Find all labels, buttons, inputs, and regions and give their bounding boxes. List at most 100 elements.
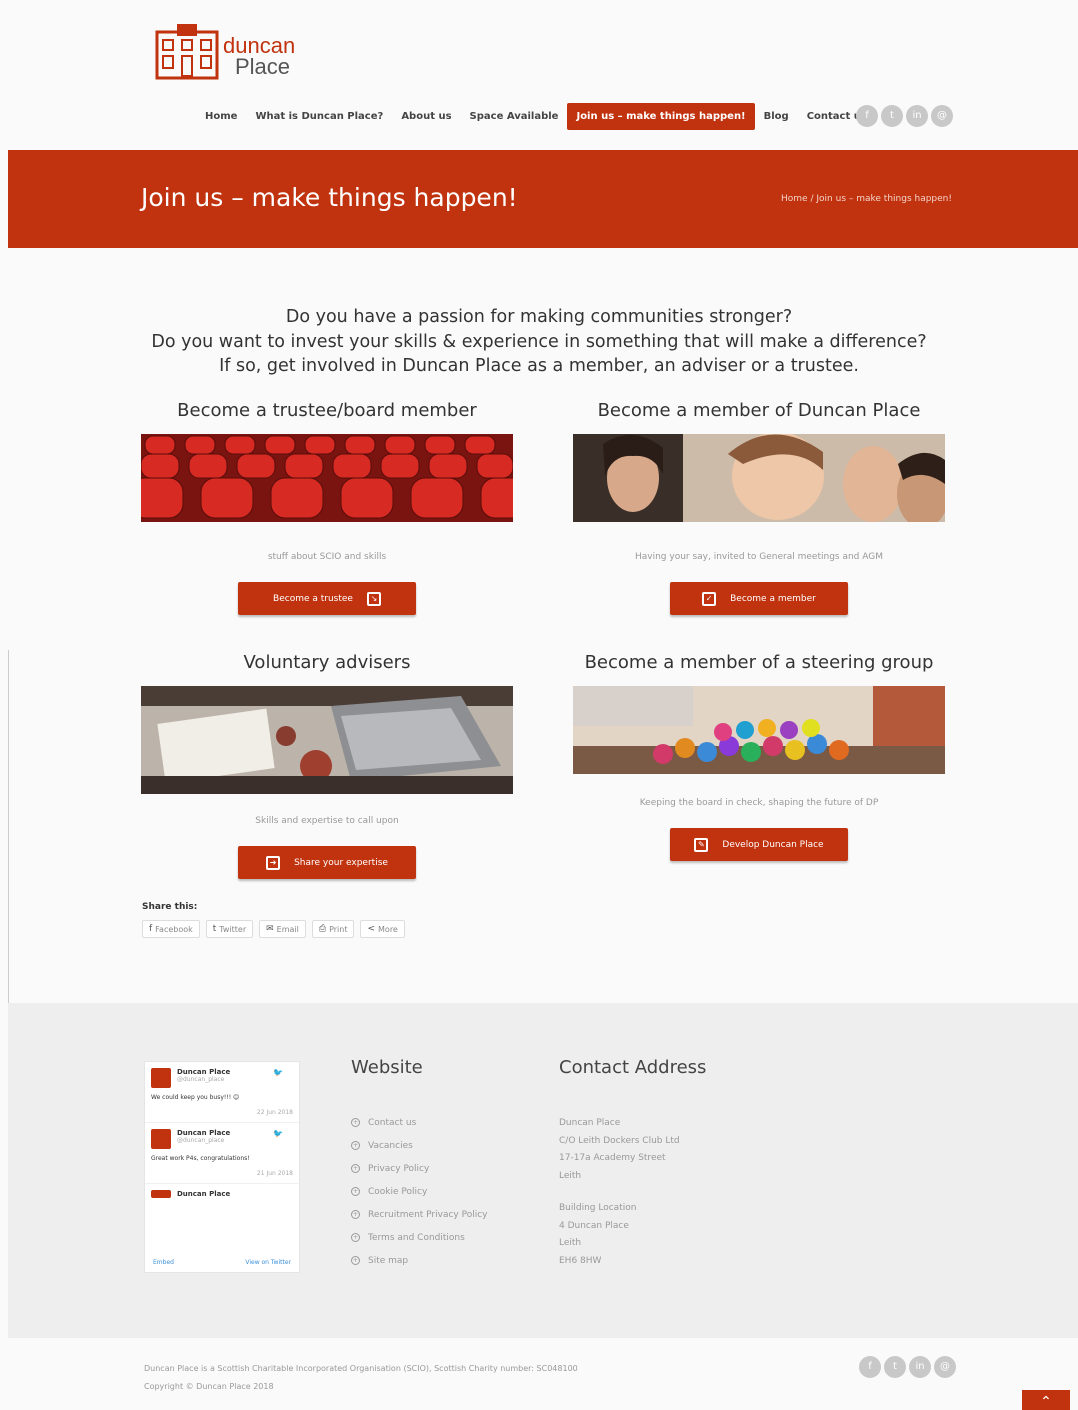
tweet-handle: @duncan_place xyxy=(177,1076,225,1083)
share-more-button[interactable]: < More xyxy=(360,920,405,938)
intro-line2: Do you want to invest your skills & expe… xyxy=(151,331,927,352)
twitter-bird-icon: 🐦 xyxy=(273,1129,283,1138)
footer-link-cookie[interactable]: + Cookie Policy xyxy=(351,1180,488,1203)
footer-link-label: Recruitment Privacy Policy xyxy=(368,1209,488,1220)
nav-item-what-is[interactable]: What is Duncan Place? xyxy=(246,103,392,130)
address-line: Leith xyxy=(559,1238,582,1248)
copyright-text: Duncan Place is a Scottish Charitable In… xyxy=(144,1360,578,1396)
circle-plus-icon: + xyxy=(351,1187,360,1196)
tweet-date[interactable]: 21 Jun 2018 xyxy=(151,1170,293,1177)
email-icon[interactable]: @ xyxy=(934,1356,956,1378)
twitter-timeline[interactable]: Duncan Place @duncan_place 🐦 We could ke… xyxy=(144,1061,300,1273)
chevron-up-icon: ⌃ xyxy=(1040,1394,1052,1410)
share-section: Share this: f Facebook t Twitter ✉ Email ⎙ P… xyxy=(142,902,405,938)
page-title: Join us – make things happen! xyxy=(141,183,518,212)
arrow-box-icon: ↘ xyxy=(366,591,381,606)
nav-item-about[interactable]: About us xyxy=(392,103,460,130)
nav-item-join-us[interactable]: Join us – make things happen! xyxy=(567,103,755,130)
share-expertise-label: Share your expertise xyxy=(294,857,388,868)
copyright-line: Copyright © Duncan Place 2018 xyxy=(144,1382,274,1391)
avatar xyxy=(151,1068,171,1088)
tweet-author: Duncan Place xyxy=(177,1068,231,1076)
address-line: EH6 8HW xyxy=(559,1255,602,1266)
share-print-label: Print xyxy=(329,924,348,934)
tweet-author: Duncan Place xyxy=(177,1129,231,1137)
nav-item-space[interactable]: Space Available xyxy=(461,103,568,130)
footer-link-terms[interactable]: + Terms and Conditions xyxy=(351,1226,488,1249)
footer-link-vacancies[interactable]: + Vacancies xyxy=(351,1134,488,1157)
tweet[interactable]: Duncan Place @duncan_place 🐦 Great work … xyxy=(145,1123,299,1184)
become-trustee-button[interactable]: Become a trustee ↘ xyxy=(238,582,416,615)
trustee-block: Become a trustee/board member stuff abou… xyxy=(141,400,513,615)
footer-link-contact[interactable]: + Contact us xyxy=(351,1111,488,1134)
share-twitter-button[interactable]: t Twitter xyxy=(205,920,254,938)
circle-plus-icon: + xyxy=(351,1233,360,1242)
logo-line2: Place xyxy=(235,53,291,79)
develop-duncan-place-button[interactable]: ✎ Develop Duncan Place xyxy=(670,828,848,861)
advisers-block: Voluntary advisers Skills and expertise … xyxy=(141,652,513,879)
edit-box-icon: ✎ xyxy=(694,837,709,852)
intro-line1: Do you have a passion for making communi… xyxy=(285,307,793,327)
trustee-caption: stuff about SCIO and skills xyxy=(267,552,387,562)
twitter-icon[interactable]: t xyxy=(881,105,903,127)
contact-address: Duncan Place C/O Leith Dockers Club Ltd … xyxy=(559,1115,680,1270)
circle-plus-icon: + xyxy=(351,1210,360,1219)
twitter-embed-link[interactable]: Embed xyxy=(153,1259,174,1266)
charity-info: Duncan Place is a Scottish Charitable In… xyxy=(144,1364,578,1373)
become-member-label: Become a member xyxy=(730,593,816,604)
footer-link-sitemap[interactable]: + Site map xyxy=(351,1249,488,1272)
footer-link-recruitment[interactable]: + Recruitment Privacy Policy xyxy=(351,1203,488,1226)
email-icon: ✉ xyxy=(266,924,274,934)
breadcrumb-home[interactable]: Home xyxy=(781,194,808,204)
twitter-bird-icon: 🐦 xyxy=(273,1068,283,1077)
share-email-button[interactable]: ✉ Email xyxy=(259,920,306,938)
share-facebook-button[interactable]: f Facebook xyxy=(142,920,200,938)
linkedin-icon[interactable]: in xyxy=(909,1356,931,1378)
share-buttons: f Facebook t Twitter ✉ Email ⎙ Print < More xyxy=(142,920,405,938)
share-icon: < xyxy=(367,924,376,934)
people-smiling-image xyxy=(573,434,945,522)
footer: Duncan Place @duncan_place 🐦 We could ke… xyxy=(8,1003,1078,1338)
website-links: + Contact us + Vacancies + Privacy Policy +… xyxy=(351,1111,488,1272)
advisers-caption: Skills and expertise to call upon xyxy=(255,816,399,826)
share-arrow-icon: ➜ xyxy=(266,855,281,870)
member-block: Become a member of Duncan Place Having y… xyxy=(573,400,945,615)
email-icon[interactable]: @ xyxy=(931,105,953,127)
building-logo-icon xyxy=(155,24,219,80)
footer-link-label: Site map xyxy=(368,1255,409,1266)
share-print-button[interactable]: ⎙ Print xyxy=(311,920,355,938)
laptop-desk-image xyxy=(141,686,513,794)
contact-heading: Contact Address xyxy=(559,1057,707,1078)
copyright-bar: Duncan Place is a Scottish Charitable In… xyxy=(8,1338,1078,1410)
tweet[interactable]: Duncan Place xyxy=(145,1184,299,1204)
facebook-icon[interactable]: f xyxy=(859,1356,881,1378)
linkedin-icon[interactable]: in xyxy=(906,105,928,127)
become-trustee-label: Become a trustee xyxy=(273,593,353,604)
tweet-text: Great work P4s, congratulations! xyxy=(151,1155,250,1162)
tweet-author: Duncan Place xyxy=(177,1190,231,1198)
tweet-date[interactable]: 22 Jun 2018 xyxy=(151,1109,293,1116)
steering-title: Become a member of a steering group xyxy=(584,652,934,673)
site-logo[interactable]: duncan Place xyxy=(155,22,295,80)
twitter-icon[interactable]: t xyxy=(884,1356,906,1378)
address-line: Building Location xyxy=(559,1203,637,1213)
address-line: Duncan Place xyxy=(559,1118,621,1128)
footer-link-privacy[interactable]: + Privacy Policy xyxy=(351,1157,488,1180)
nav-item-blog[interactable]: Blog xyxy=(755,103,798,130)
chairs-illustration xyxy=(141,434,513,522)
share-expertise-button[interactable]: ➜ Share your expertise xyxy=(238,846,416,879)
tweet-handle: @duncan_place xyxy=(177,1137,225,1144)
website-heading: Website xyxy=(351,1057,423,1078)
tweet[interactable]: Duncan Place @duncan_place 🐦 We could ke… xyxy=(145,1062,299,1123)
become-member-button[interactable]: ✓ Become a member xyxy=(670,582,848,615)
address-line: Leith xyxy=(559,1170,582,1181)
circle-plus-icon: + xyxy=(351,1164,360,1173)
circle-plus-icon: + xyxy=(351,1256,360,1265)
nav-item-home[interactable]: Home xyxy=(196,103,246,130)
back-to-top-button[interactable]: ⌃ xyxy=(1022,1390,1070,1410)
cupcakes-image xyxy=(573,686,945,774)
facebook-icon[interactable]: f xyxy=(856,105,878,127)
trustee-title: Become a trustee/board member xyxy=(177,400,477,421)
footer-link-label: Vacancies xyxy=(368,1140,413,1151)
view-on-twitter-link[interactable]: View on Twitter xyxy=(245,1259,291,1266)
